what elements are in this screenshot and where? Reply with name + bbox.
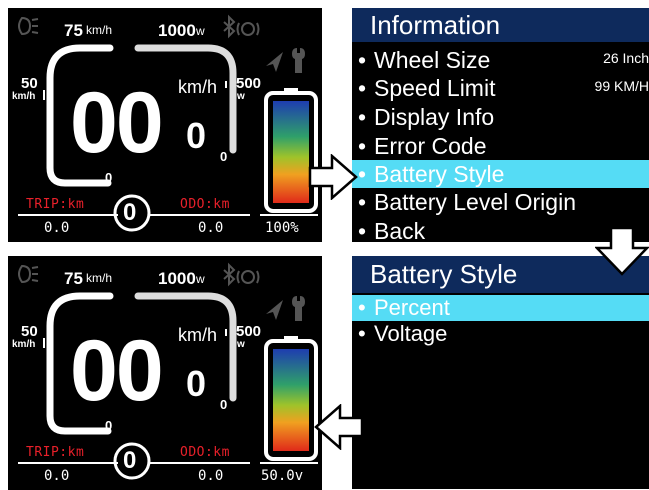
arrow-left-icon (314, 404, 364, 450)
menu-item-label: Battery Style (374, 161, 505, 187)
bullet: • (358, 218, 367, 242)
power-scale-zero: 0 (220, 149, 228, 164)
power-max-unit: w (196, 24, 205, 38)
brake-warning-icon (236, 270, 260, 284)
menu-item-label: Display Info (374, 104, 495, 130)
menu-item-label: Speed Limit (374, 75, 496, 101)
speed-scale-zero: 0 (105, 170, 113, 185)
bullet: • (358, 295, 366, 320)
menu-item-battery-level-origin[interactable]: • Battery Level Origin (352, 188, 649, 216)
odo-label: ODO:km (180, 197, 230, 212)
arrow-down-icon (595, 226, 649, 276)
menu-item-battery-style[interactable]: • Battery Style (352, 160, 649, 188)
trip-value: 0.0 (44, 468, 70, 484)
menu-item-label: Wheel Size (374, 47, 491, 73)
speed-max-value: 75 (64, 21, 83, 40)
bluetooth-icon (223, 262, 236, 287)
odo-value: 0.0 (198, 220, 224, 236)
assist-level: 0 (123, 199, 137, 226)
menu-item-label: Error Code (374, 133, 487, 159)
trip-label: TRIP:km (26, 445, 85, 460)
battery-style-menu: Battery Style • Percent • Voltage (352, 256, 649, 489)
speed-mid-unit: km/h (12, 91, 36, 102)
brake-warning-icon (236, 22, 260, 36)
power-mid-unit: w (237, 91, 245, 102)
speed-max-unit: km/h (86, 271, 113, 285)
bluetooth-icon (223, 14, 236, 39)
speed-digits: 00 (70, 75, 164, 171)
speed-mid-value: 50 (21, 75, 38, 92)
menu-item-wheel-size[interactable]: • Wheel Size 26 Inch (352, 46, 649, 74)
menu-item-display-info[interactable]: • Display Info (352, 103, 649, 131)
menu-item-voltage[interactable]: • Voltage (352, 321, 649, 347)
bullet: • (358, 104, 367, 130)
speed-unit: km/h (178, 77, 218, 97)
menu-item-value: 26 Inch (603, 50, 649, 66)
power-max-value: 1000 (158, 269, 196, 288)
odo-value: 0.0 (198, 468, 224, 484)
bullet: • (358, 75, 367, 101)
menu-item-value: 99 KM/H (594, 78, 649, 94)
speed-unit: km/h (178, 325, 218, 345)
power-mid-value: 500 (236, 75, 262, 92)
menu-item-speed-limit[interactable]: • Speed Limit 99 KM/H (352, 74, 649, 102)
menu-item-percent[interactable]: • Percent (352, 295, 649, 321)
power-max-unit: w (196, 272, 205, 286)
bullet: • (358, 321, 366, 346)
headlight-icon (18, 264, 39, 284)
dashboard-bottom: 75 km/h 1000 w 50 km/h 500 w 0 0 km/h 00… (8, 256, 322, 490)
speed-mid-value: 50 (21, 323, 38, 340)
wrench-icon (292, 48, 305, 73)
trip-value: 0.0 (44, 220, 70, 236)
menu-item-label: Voltage (374, 321, 448, 346)
power-mid-value: 500 (236, 323, 262, 340)
menu-item-error-code[interactable]: • Error Code (352, 132, 649, 160)
power-scale-zero: 0 (220, 397, 228, 412)
navigation-arrow-icon (266, 52, 283, 72)
speed-scale-zero: 0 (105, 418, 113, 433)
speed-digits: 00 (70, 323, 164, 419)
trip-label: TRIP:km (26, 197, 85, 212)
bullet: • (358, 47, 367, 73)
battery-voltage: 50.0v (261, 468, 304, 484)
battery-percent: 100% (265, 220, 299, 236)
assist-level: 0 (123, 447, 137, 474)
power-max-value: 1000 (158, 21, 196, 40)
speed-decimal: 0 (186, 363, 207, 404)
dashboard-top: 75 km/h 1000 w 50 km/h 500 w 0 0 km/h 00… (8, 8, 322, 242)
headlight-icon (18, 16, 39, 36)
information-menu: Information • Wheel Size 26 Inch • Speed… (352, 8, 649, 242)
speed-max-value: 75 (64, 269, 83, 288)
menu-item-label: Back (374, 218, 426, 242)
speed-mid-unit: km/h (12, 339, 36, 350)
menu-title: Information (352, 8, 649, 42)
menu-item-label: Battery Level Origin (374, 189, 576, 215)
menu-item-label: Percent (374, 295, 450, 320)
odo-label: ODO:km (180, 445, 230, 460)
speed-max-unit: km/h (86, 23, 113, 37)
navigation-arrow-icon (266, 300, 283, 320)
power-mid-unit: w (237, 339, 245, 350)
speed-decimal: 0 (186, 115, 207, 156)
wrench-icon (292, 296, 305, 321)
arrow-right-icon (308, 154, 358, 200)
battery-icon (264, 336, 318, 461)
